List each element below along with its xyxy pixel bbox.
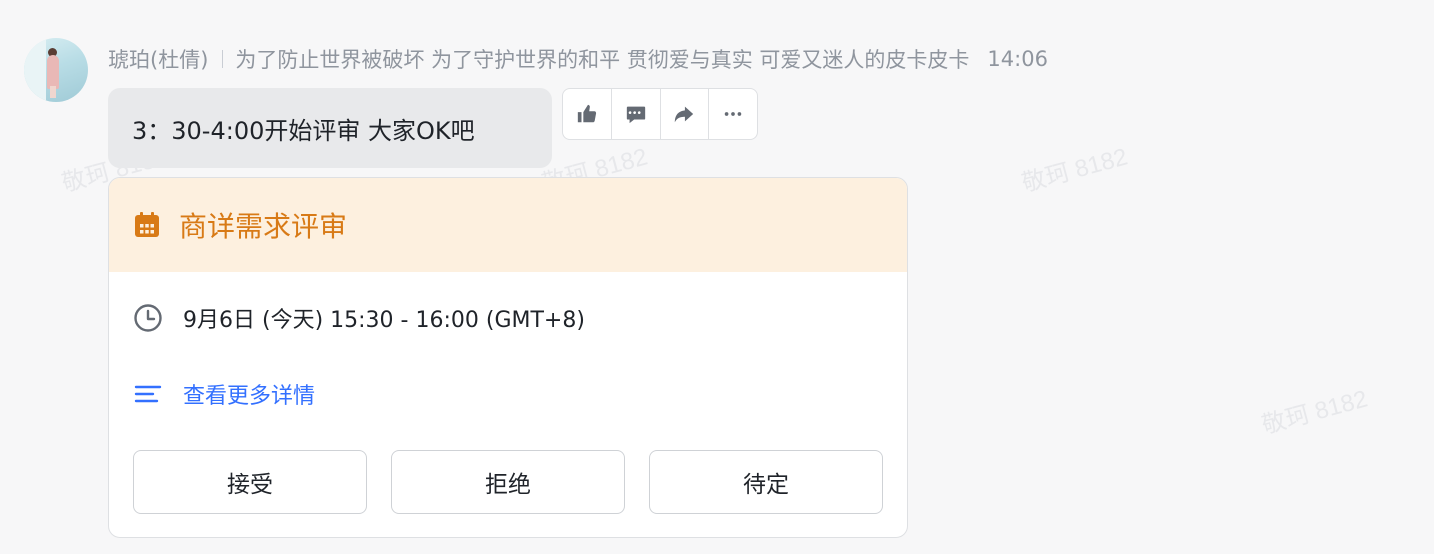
avatar[interactable] [24, 38, 88, 102]
message-meta: 琥珀(杜倩) 为了防止世界被破坏 为了守护世界的和平 贯彻爱与真实 可爱又迷人的… [108, 44, 1048, 74]
divider [222, 50, 224, 68]
event-time-row: 9月6日 (今天) 15:30 - 16:00 (GMT+8) [133, 302, 585, 334]
calendar-event-card: 商详需求评审 9月6日 (今天) 15:30 - 16:00 (GMT+8) 查… [108, 177, 908, 538]
forward-button[interactable] [661, 89, 710, 139]
event-title[interactable]: 商详需求评审 [179, 205, 347, 245]
more-button[interactable] [709, 89, 757, 139]
thumbs-up-icon [577, 104, 596, 123]
tentative-button[interactable]: 待定 [649, 450, 883, 514]
sender-signature: 为了防止世界被破坏 为了守护世界的和平 贯彻爱与真实 可爱又迷人的皮卡皮卡 [235, 48, 970, 72]
message-action-toolbar [562, 88, 758, 140]
calendar-icon [135, 212, 159, 237]
clock-icon [134, 304, 162, 332]
message-bubble[interactable]: 3：30-4:00开始评审 大家OK吧 [108, 88, 552, 168]
accept-button[interactable]: 接受 [133, 450, 367, 514]
rsvp-buttons: 接受 拒绝 待定 [133, 450, 883, 514]
more-icon [724, 112, 742, 116]
forward-icon [675, 106, 694, 123]
view-details-link[interactable]: 查看更多详情 [133, 378, 315, 410]
thumbs-up-button[interactable] [563, 89, 612, 139]
details-lines-icon [134, 385, 162, 403]
decline-button[interactable]: 拒绝 [391, 450, 625, 514]
message-time: 14:06 [987, 47, 1048, 71]
message-text: 3：30-4:00开始评审 大家OK吧 [132, 116, 475, 145]
card-header: 商详需求评审 [109, 178, 907, 272]
reply-comment-icon [626, 106, 645, 124]
watermark: 敬珂 8182 [1259, 385, 1371, 440]
reply-button[interactable] [612, 89, 661, 139]
watermark: 敬珂 8182 [1019, 143, 1131, 198]
sender-name[interactable]: 琥珀(杜倩) [108, 44, 208, 74]
view-details-label: 查看更多详情 [183, 384, 316, 409]
event-time: 9月6日 (今天) 15:30 - 16:00 (GMT+8) [183, 308, 585, 333]
